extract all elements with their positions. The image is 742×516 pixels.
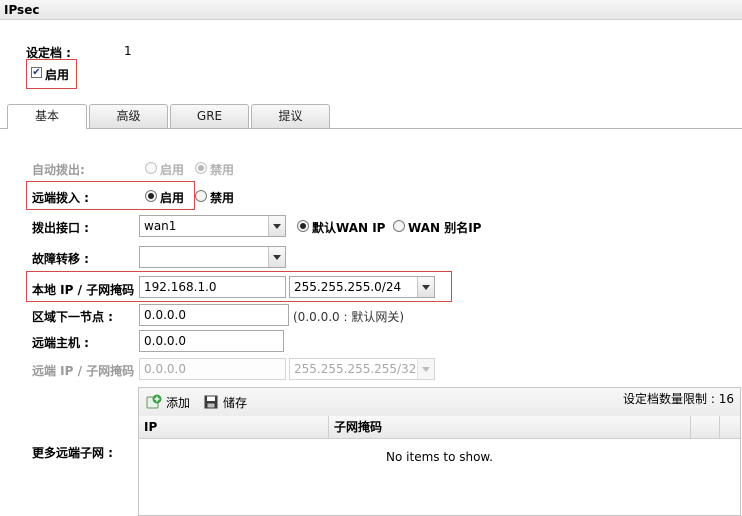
remote-mask-select[interactable]: 255.255.255.255/32: [289, 358, 435, 380]
dial-out-interface-label: 拨出接口 :: [32, 221, 89, 235]
enable-checkbox[interactable]: ✔: [31, 67, 42, 78]
local-mask-select[interactable]: 255.255.255.0/24: [289, 276, 435, 298]
column-subnet-mask[interactable]: 子网掩码: [329, 416, 691, 438]
chevron-down-icon[interactable]: [268, 216, 285, 236]
grid-header: IP 子网掩码: [139, 416, 740, 439]
remote-host-input[interactable]: 0.0.0.0: [139, 330, 284, 352]
remote-mask-value: 255.255.255.255/32: [294, 362, 417, 376]
tab-advanced[interactable]: 高级: [89, 104, 168, 128]
enable-label[interactable]: 启用: [45, 66, 69, 83]
empty-message: No items to show.: [386, 450, 493, 464]
local-mask-value: 255.255.255.0/24: [294, 280, 402, 294]
chevron-down-icon[interactable]: [268, 247, 285, 267]
dial-out-interface-value: wan1: [144, 219, 177, 233]
auto-dial-out-enable-label: 启用: [160, 163, 185, 177]
column-spacer: [691, 416, 720, 438]
next-hop-hint: (0.0.0.0 : 默认网关): [293, 310, 405, 324]
more-subnets-grid: 添加 储存 设定档数量限制 : 16 IP 子网掩码 No items to s…: [138, 387, 741, 516]
wan-alias-ip-label: WAN 别名IP: [408, 221, 482, 235]
save-disk-icon: [204, 395, 218, 409]
remote-host-label: 远端主机 :: [32, 336, 89, 350]
chevron-down-icon[interactable]: [417, 277, 434, 297]
remote-dial-in-label: 远端拨入 :: [32, 191, 89, 205]
grid-toolbar: 添加 储存 设定档数量限制 : 16: [139, 388, 740, 417]
checkmark-icon: ✔: [32, 66, 41, 78]
next-hop-input[interactable]: 0.0.0.0: [139, 304, 289, 326]
profile-limit-text: 设定档数量限制 : 16: [623, 392, 734, 406]
add-label: 添加: [166, 395, 191, 410]
remote-dial-in-enable-radio[interactable]: [145, 190, 157, 202]
remote-dial-in-disable-label: 禁用: [210, 191, 235, 205]
remote-dial-in-enable-label: 启用: [160, 191, 185, 205]
remote-ip-input[interactable]: 0.0.0.0: [139, 358, 286, 380]
tab-basic[interactable]: 基本: [7, 104, 87, 129]
default-wan-ip-label: 默认WAN IP: [312, 221, 386, 235]
default-wan-ip-radio[interactable]: [297, 220, 309, 232]
auto-dial-out-enable-radio[interactable]: [145, 162, 157, 174]
tab-proposal[interactable]: 提议: [251, 104, 330, 128]
auto-dial-out-disable-label: 禁用: [210, 163, 235, 177]
save-button[interactable]: 储存: [203, 393, 247, 411]
chevron-down-icon[interactable]: [417, 359, 434, 379]
more-subnets-label: 更多远端子网 :: [32, 446, 113, 460]
save-label: 储存: [223, 395, 248, 410]
next-hop-label: 区域下一节点 :: [32, 310, 113, 324]
local-ip-input[interactable]: 192.168.1.0: [139, 276, 286, 298]
wan-alias-ip-radio[interactable]: [393, 220, 405, 232]
dial-out-interface-select[interactable]: wan1: [139, 215, 286, 237]
tab-gre[interactable]: GRE: [170, 104, 249, 128]
remote-ip-label: 远端 IP / 子网掩码 :: [32, 364, 144, 378]
auto-dial-out-disable-radio[interactable]: [195, 162, 207, 174]
failover-select[interactable]: [139, 246, 286, 268]
add-button[interactable]: 添加: [146, 393, 190, 411]
remote-dial-in-disable-radio[interactable]: [195, 190, 207, 202]
failover-label: 故障转移 :: [32, 252, 89, 266]
profile-value: 1: [124, 44, 132, 58]
add-icon: [146, 394, 162, 409]
column-ip[interactable]: IP: [139, 416, 329, 438]
auto-dial-out-label: 自动拨出:: [32, 163, 85, 177]
window-title: IPsec: [0, 0, 742, 20]
tab-strip-line: [0, 128, 742, 129]
local-ip-label: 本地 IP / 子网掩码 :: [32, 283, 144, 297]
